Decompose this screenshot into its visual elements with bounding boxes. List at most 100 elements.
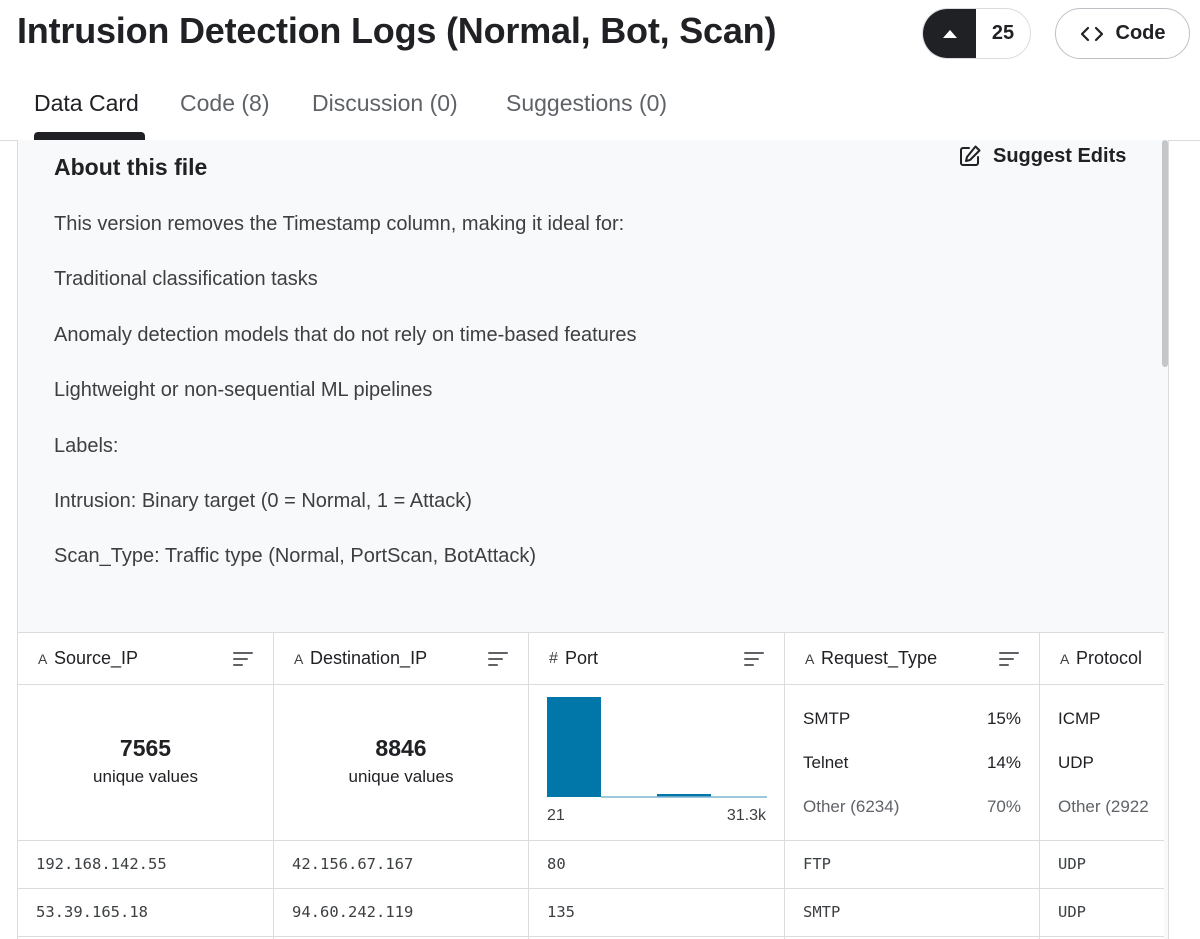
suggest-edits-label: Suggest Edits: [993, 144, 1127, 167]
code-brackets-icon: [1080, 26, 1103, 41]
category-row: ICMP: [1058, 709, 1146, 729]
column-name: Protocol: [1076, 648, 1143, 668]
tab-code[interactable]: Code (8): [180, 90, 269, 117]
column-name: Destination_IP: [310, 648, 428, 668]
description-paragraph: Traditional classification tasks: [54, 268, 318, 290]
unique-count: 7565: [119, 735, 172, 761]
column-name: Port: [565, 648, 599, 668]
tab-discussion[interactable]: Discussion (0): [312, 90, 458, 117]
column-source-ip: A Source_IP 7565 unique values 192.168.1…: [18, 633, 274, 939]
sort-icon[interactable]: [999, 651, 1019, 667]
column-header[interactable]: A Destination_IP: [274, 633, 528, 685]
category-row: UDP: [1058, 753, 1146, 773]
column-protocol: A Protocol ICMP UDP Other (2922 UDP UDP: [1040, 633, 1164, 939]
code-button[interactable]: Code: [1055, 8, 1190, 59]
column-name: Request_Type: [821, 648, 938, 668]
category-label: Other (2922: [1058, 797, 1149, 816]
tab-data-card[interactable]: Data Card: [34, 90, 139, 117]
table-row: UDP: [1040, 889, 1164, 937]
column-summary: 7565 unique values: [18, 685, 273, 841]
about-file-panel: About this file Suggest Edits This versi…: [17, 140, 1169, 939]
table-row: 192.168.142.55: [18, 841, 273, 889]
description-paragraph: Scan_Type: Traffic type (Normal, PortSca…: [54, 545, 537, 567]
category-percent: 15%: [986, 709, 1021, 728]
column-header[interactable]: A Protocol: [1040, 633, 1164, 685]
table-row: SMTP: [785, 889, 1039, 937]
table-cell: 42.156.67.167: [292, 855, 414, 873]
category-row: Other (6234) 70%: [803, 797, 1021, 817]
histogram-bar[interactable]: [547, 697, 601, 797]
vote-count: 25: [991, 22, 1015, 44]
unique-label: unique values: [348, 767, 454, 786]
description-paragraph: Lightweight or non-sequential ML pipelin…: [54, 379, 433, 401]
column-summary: 8846 unique values: [274, 685, 528, 841]
column-summary: 21 31.3k: [529, 685, 784, 841]
column-summary: SMTP 15% Telnet 14% Other (6234) 70%: [785, 685, 1039, 841]
numeric-type-icon: #: [549, 649, 558, 667]
table-cell: FTP: [803, 855, 831, 873]
column-request-type: A Request_Type SMTP 15% Telnet 14% Other…: [785, 633, 1040, 939]
edit-icon: [960, 145, 981, 166]
category-row: Telnet 14%: [803, 753, 1021, 773]
caret-up-icon: [942, 29, 957, 38]
upvote-button[interactable]: [923, 9, 976, 58]
table-row: 135: [529, 889, 784, 937]
upvote-control[interactable]: 25: [922, 8, 1031, 59]
active-tab-indicator: [34, 132, 145, 140]
table-row: 42.156.67.167: [274, 841, 528, 889]
table-cell: UDP: [1058, 855, 1086, 873]
category-label: SMTP: [803, 709, 851, 728]
table-row: UDP: [1040, 841, 1164, 889]
column-header[interactable]: A Request_Type: [785, 633, 1039, 685]
description-paragraph: Labels:: [54, 435, 119, 457]
table-row: 53.39.165.18: [18, 889, 273, 937]
suggest-edits-button[interactable]: Suggest Edits: [958, 144, 1126, 168]
column-name: Source_IP: [54, 648, 139, 668]
table-cell: SMTP: [803, 903, 841, 921]
table-cell: 80: [547, 855, 566, 873]
column-port: # Port 21 31.3k 80 135: [529, 633, 785, 939]
sort-icon[interactable]: [233, 651, 253, 667]
string-type-icon: A: [38, 650, 48, 667]
category-label: UDP: [1058, 753, 1094, 772]
string-type-icon: A: [294, 650, 304, 667]
unique-count: 8846: [375, 735, 427, 761]
category-label: ICMP: [1058, 709, 1101, 728]
histogram-min-label: 21: [547, 807, 565, 824]
column-header[interactable]: # Port: [529, 633, 784, 685]
tab-bar: Data Card Code (8) Discussion (0) Sugges…: [0, 78, 1200, 141]
table-cell: 192.168.142.55: [36, 855, 167, 873]
column-summary: ICMP UDP Other (2922: [1040, 685, 1164, 841]
about-title: About this file: [54, 154, 208, 180]
column-header[interactable]: A Source_IP: [18, 633, 273, 685]
category-row: Other (2922: [1058, 797, 1164, 817]
description-paragraph: Anomaly detection models that do not rel…: [54, 324, 637, 346]
tab-suggestions[interactable]: Suggestions (0): [506, 90, 667, 117]
histogram-max-label: 31.3k: [726, 807, 766, 824]
column-destination-ip: A Destination_IP 8846 unique values 42.1…: [274, 633, 529, 939]
code-button-label: Code: [1115, 22, 1166, 44]
port-histogram[interactable]: [547, 695, 767, 799]
sort-icon[interactable]: [744, 651, 764, 667]
data-preview-table: A Source_IP 7565 unique values 192.168.1…: [18, 632, 1164, 939]
table-row: 94.60.242.119: [274, 889, 528, 937]
description-paragraph: This version removes the Timestamp colum…: [54, 213, 625, 235]
table-cell: UDP: [1058, 903, 1086, 921]
table-cell: 53.39.165.18: [36, 903, 148, 921]
table-cell: 135: [547, 903, 575, 921]
category-percent: 70%: [986, 797, 1021, 816]
string-type-icon: A: [1060, 650, 1070, 667]
unique-label: unique values: [93, 767, 198, 786]
category-percent: 14%: [986, 753, 1021, 772]
category-row: SMTP 15%: [803, 709, 1021, 729]
page-title: Intrusion Detection Logs (Normal, Bot, S…: [17, 10, 777, 51]
table-cell: 94.60.242.119: [292, 903, 414, 921]
description-paragraph: Intrusion: Binary target (0 = Normal, 1 …: [54, 490, 472, 512]
category-label: Other (6234): [803, 797, 900, 816]
category-label: Telnet: [803, 753, 849, 772]
string-type-icon: A: [805, 650, 815, 667]
sort-icon[interactable]: [488, 651, 508, 667]
table-row: 80: [529, 841, 784, 889]
vertical-scrollbar[interactable]: [1162, 140, 1168, 367]
table-row: FTP: [785, 841, 1039, 889]
